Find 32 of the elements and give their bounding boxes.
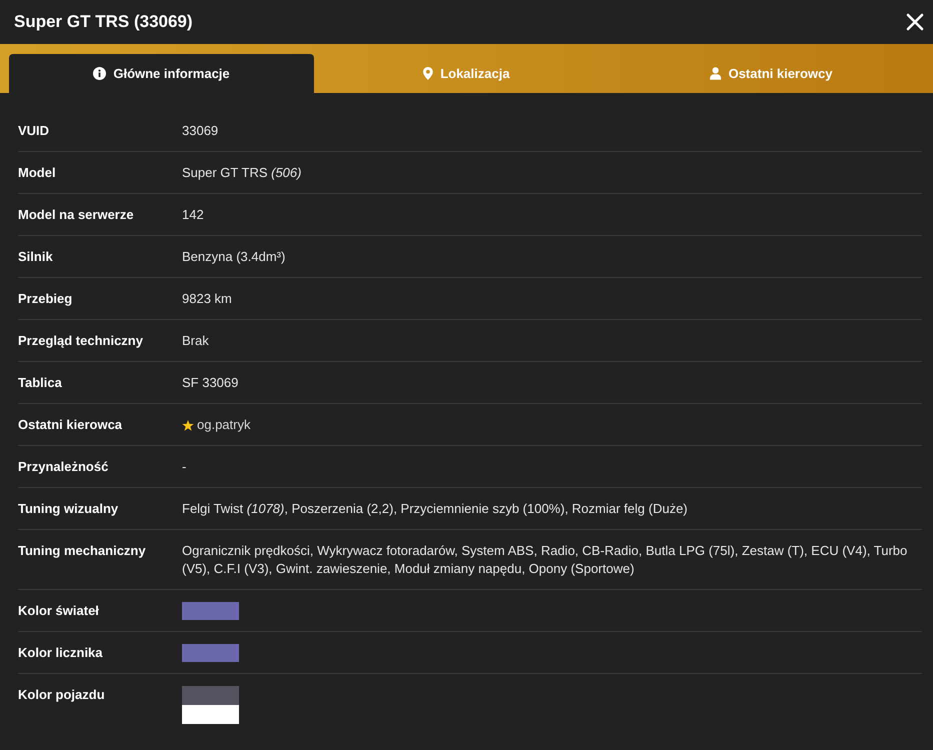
field-label: Silnik [18, 248, 53, 266]
user-icon [710, 67, 722, 80]
field-label: Przynależność [18, 458, 108, 476]
field-value: 142 [182, 206, 204, 224]
close-button[interactable] [906, 13, 924, 31]
field-label: Model [18, 164, 56, 182]
field-label: Przebieg [18, 290, 72, 308]
field-value: 9823 km [182, 290, 232, 308]
field-label: Tuning mechaniczny [18, 542, 146, 560]
field-value: Felgi Twist (1078), Poszerzenia (2,2), Przyciemnienie szyb (100%), Rozmiar felg (Duże) [182, 500, 688, 518]
tab[interactable]: Główne informacje [9, 54, 314, 93]
field-value: 33069 [182, 122, 218, 140]
field-label: VUID [18, 122, 50, 140]
driver-name[interactable]: og.patryk [197, 416, 250, 434]
window-title: Super GT TRS (33069) [14, 12, 193, 32]
field-value: Benzyna (3.4dm³) [182, 248, 286, 266]
field-label: Model na serwerze [18, 206, 134, 224]
close-icon [906, 13, 924, 31]
field-label: Kolor pojazdu [18, 686, 105, 704]
field-label: Tablica [18, 374, 62, 392]
field-label: Kolor licznika [18, 644, 103, 662]
field-value: Ogranicznik prędkości, Wykrywacz fotoradarów, System ABS, Radio, CB-Radio, Butla LPG (75l), Zestaw (T), ECU (V4), Turbo (V5), C.F.I (V3), Gwint. zawieszenie, Moduł zmiany napędu, Opony (Sportowe) [182, 542, 908, 578]
field-value: SF 33069 [182, 374, 238, 392]
map-pin-icon [423, 67, 434, 80]
info-icon [93, 67, 106, 80]
field-value: - [182, 458, 186, 476]
field-label: Przegląd techniczny [18, 332, 143, 350]
field-value: Brak [182, 332, 209, 350]
field-label: Ostatni kierowca [18, 416, 122, 434]
field-value: Super GT TRS (506) [182, 164, 302, 182]
field-label: Tuning wizualny [18, 500, 118, 518]
field-label: Kolor świateł [18, 602, 99, 620]
